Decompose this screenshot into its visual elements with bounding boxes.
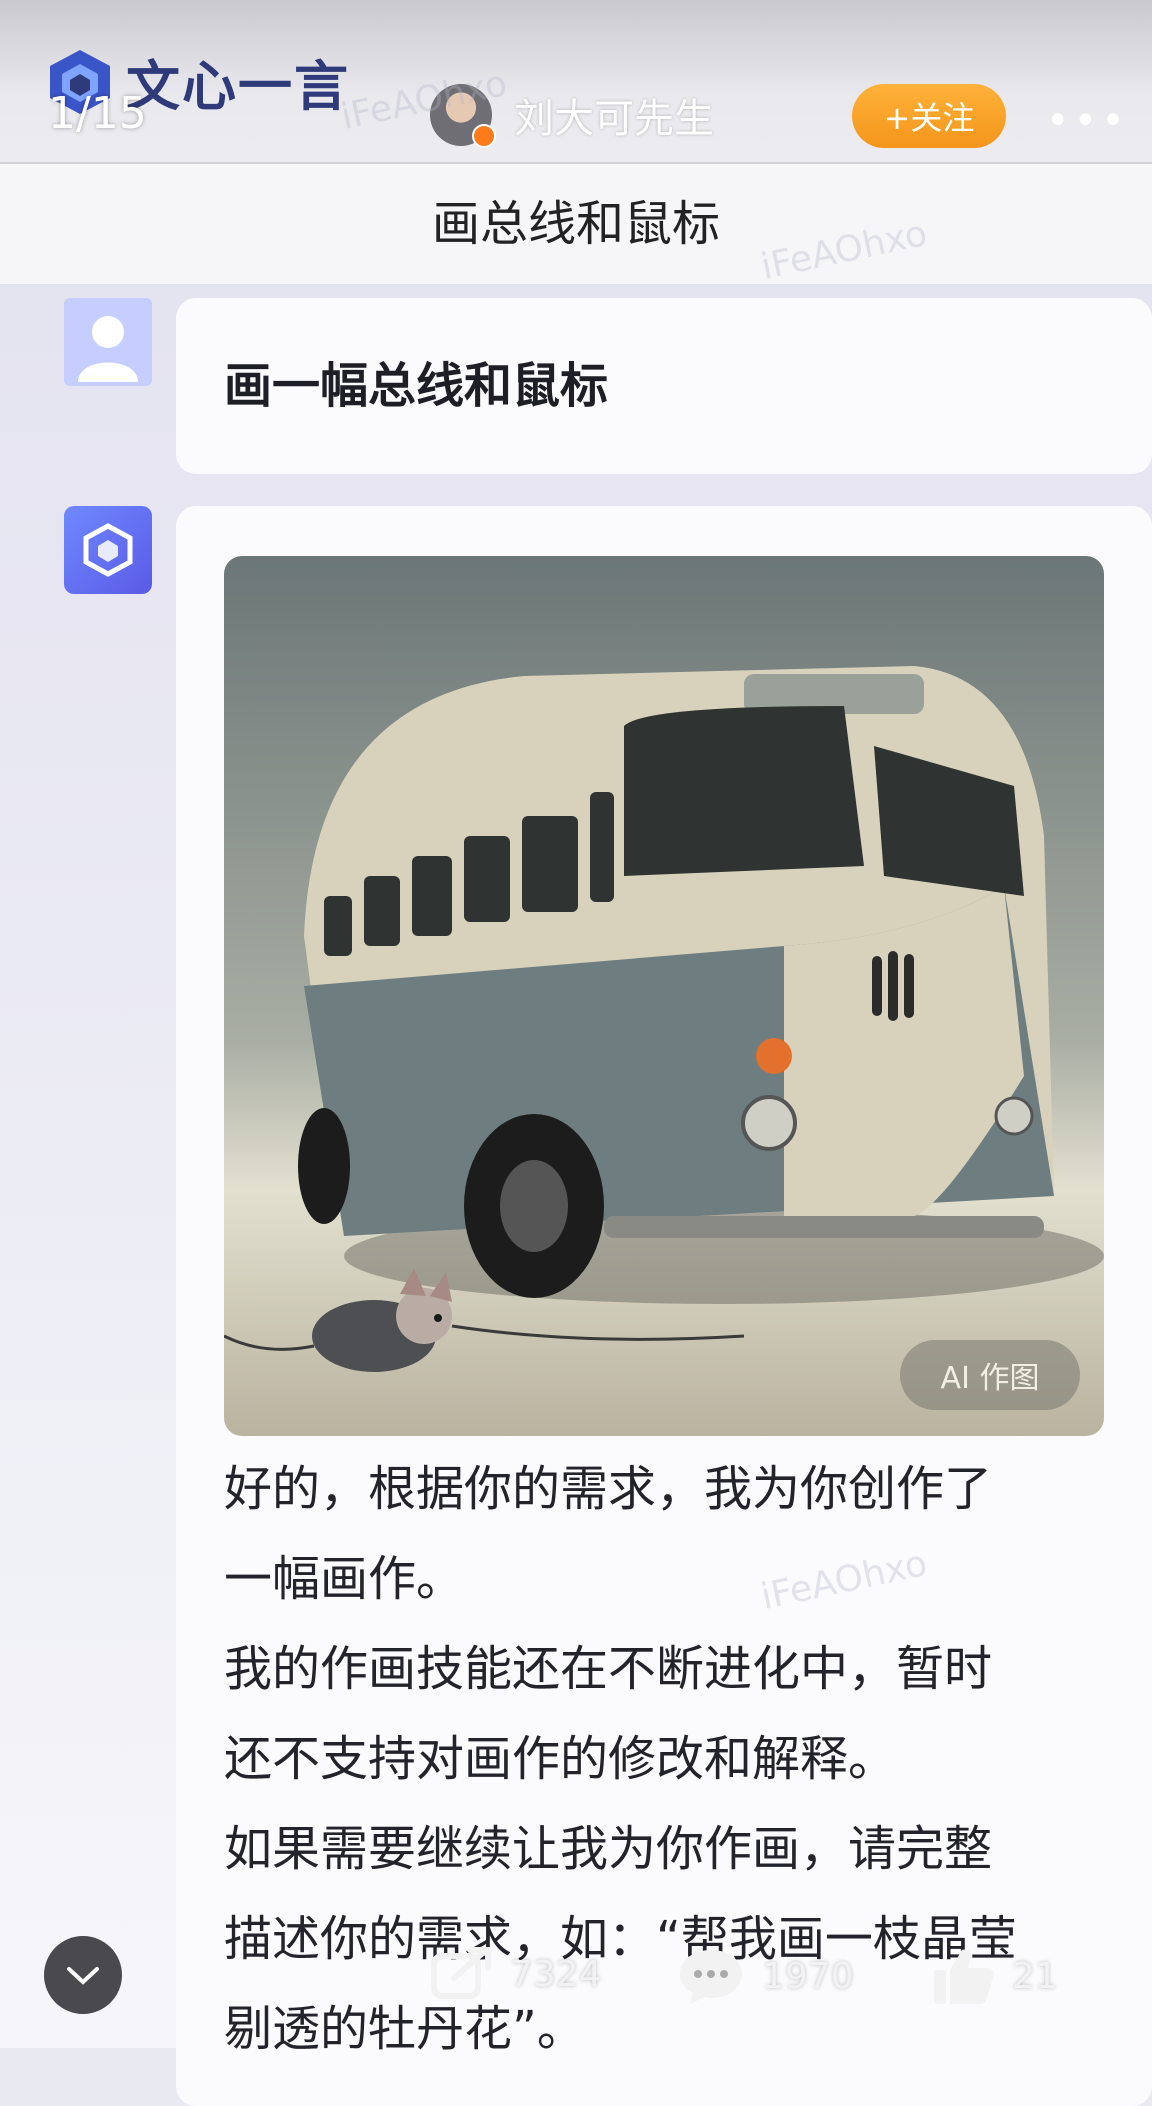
share-stat[interactable]: 7324 — [430, 1946, 602, 2002]
page-counter: 1/15 — [48, 88, 147, 139]
reply-line: 一幅画作。 — [224, 1551, 465, 1607]
user-message-text: 画一幅总线和鼠标 — [224, 358, 609, 414]
bot-logo-icon — [83, 523, 133, 577]
reply-line: 好的，根据你的需求，我为你创作了 — [224, 1461, 993, 1517]
more-options-icon[interactable]: ••• — [1046, 98, 1129, 144]
user-message-bubble: 画一幅总线和鼠标 — [176, 298, 1152, 474]
like-count: 21 — [1012, 1955, 1058, 1997]
bot-message-bubble: AI 作图 好的，根据你的需求，我为你创作了 一幅画作。 我的作画技能还在不断进… — [176, 506, 1152, 2106]
top-bar: 文心一言 1/15 刘大可先生 +关注 ••• — [0, 0, 1152, 164]
brand-name: 文心一言 — [126, 55, 350, 118]
chat-area: 画一幅总线和鼠标 AI 作图 好的，根据你的需求，我为你创作了 一幅画作。 我的… — [0, 284, 1152, 2106]
generated-image[interactable]: AI 作图 — [224, 556, 1104, 1436]
follow-button[interactable]: +关注 — [852, 84, 1006, 148]
chevron-down-icon — [67, 1967, 99, 1985]
bot-avatar — [64, 506, 152, 594]
conversation-title: 画总线和鼠标 — [0, 164, 1152, 284]
author-avatar[interactable] — [430, 84, 496, 148]
comment-stat[interactable]: 1970 — [676, 1946, 854, 2006]
comment-count: 1970 — [762, 1955, 854, 1997]
like-stat[interactable]: 21 — [932, 1946, 1058, 2006]
share-icon — [431, 1947, 491, 1999]
reply-line: 如果需要继续让我为你作画，请完整 — [224, 1821, 993, 1877]
reply-line: 我的作画技能还在不断进化中，暂时 — [224, 1641, 993, 1697]
reply-line: 还不支持对画作的修改和解释。 — [224, 1731, 897, 1787]
author-info[interactable]: 刘大可先生 — [430, 84, 714, 148]
author-name[interactable]: 刘大可先生 — [514, 86, 714, 144]
user-silhouette-icon — [78, 316, 138, 382]
collapse-button[interactable] — [44, 1936, 122, 2014]
share-count: 7324 — [510, 1953, 602, 1995]
bus-and-mouse-illustration — [224, 556, 1104, 1436]
thumbs-up-icon — [934, 1949, 994, 2004]
user-avatar — [64, 298, 152, 386]
comment-icon — [680, 1950, 742, 2004]
ai-image-tag: AI 作图 — [900, 1340, 1080, 1410]
verified-badge-icon — [472, 124, 496, 148]
